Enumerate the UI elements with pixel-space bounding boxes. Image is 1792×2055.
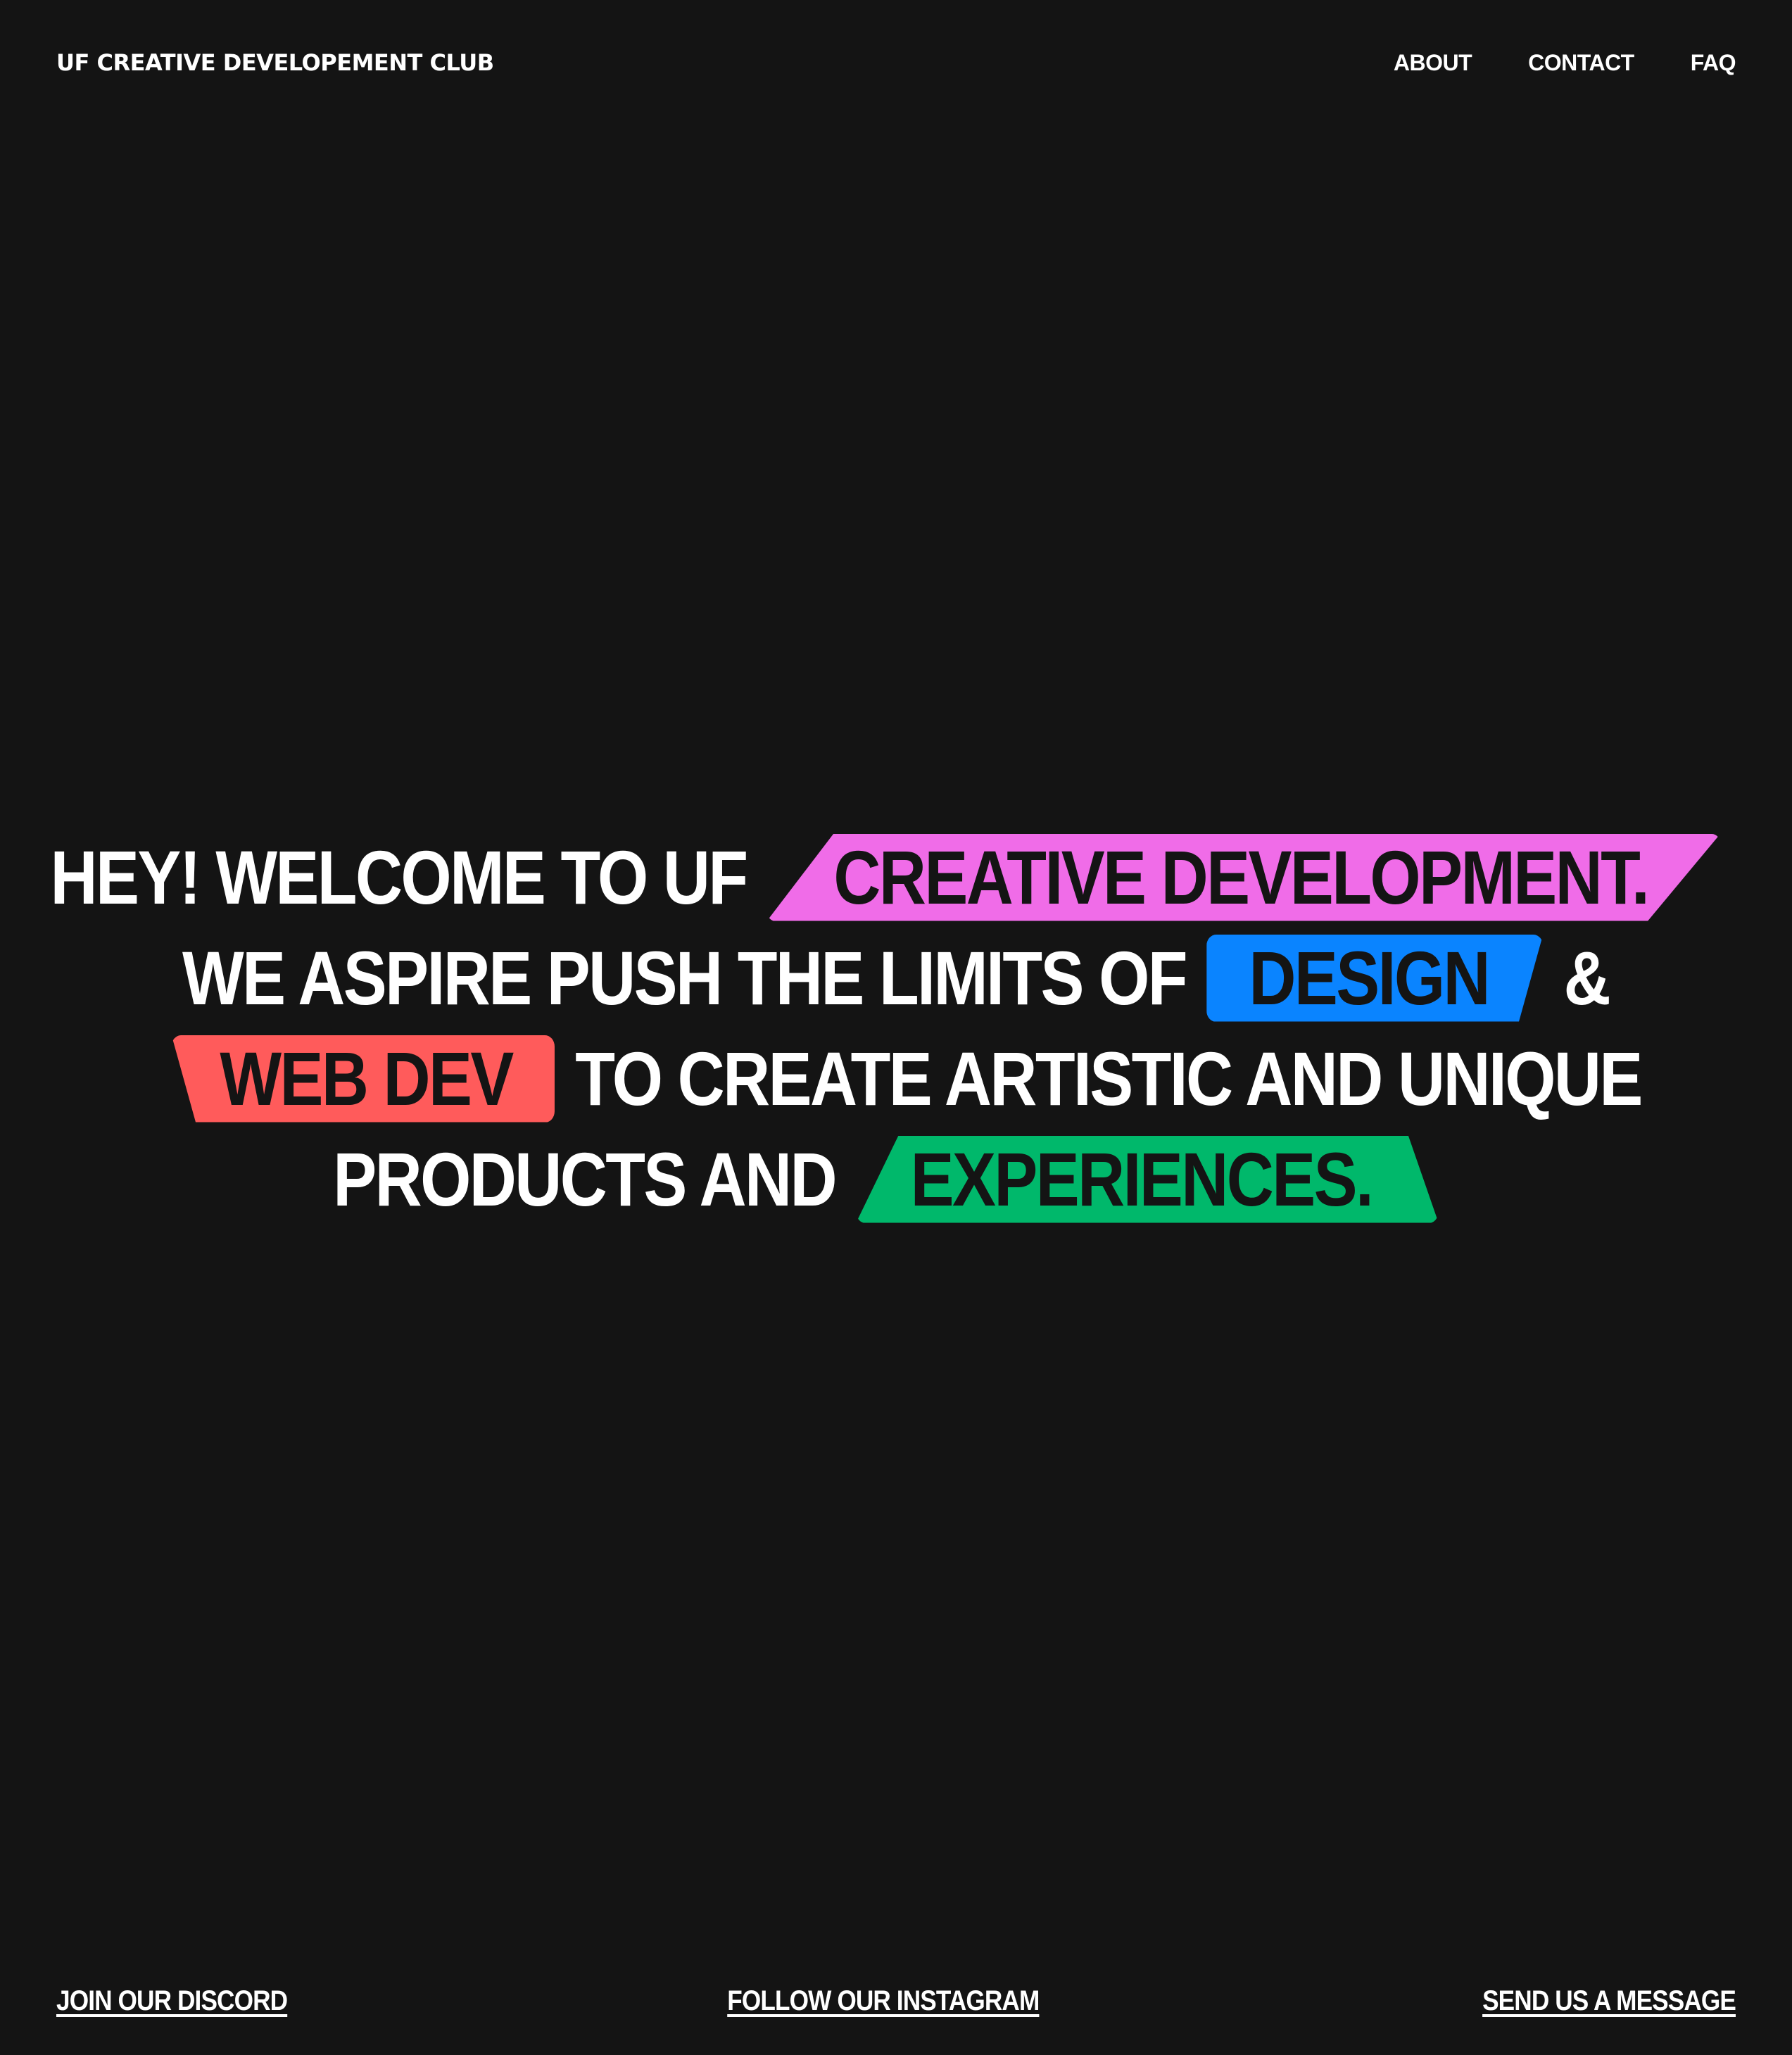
creative-development-label: CREATIVE DEVELOPMENT. xyxy=(833,834,1650,920)
hero-line-3-text: TO CREATE ARTISTIC AND UNIQUE xyxy=(575,1035,1643,1121)
hero-line-4-text: PRODUCTS AND xyxy=(333,1136,837,1222)
site-header: UF CREATIVE DEVELOPEMENT CLUB ABOUT CONT… xyxy=(56,44,1736,82)
web-dev-label: WEB DEV xyxy=(220,1035,514,1121)
site-logo[interactable]: UF CREATIVE DEVELOPEMENT CLUB xyxy=(56,49,494,76)
send-message-link[interactable]: SEND US A MESSAGE xyxy=(1482,1985,1736,2017)
hero-line-2-ampersand: & xyxy=(1564,935,1611,1020)
design-tag: DESIGN xyxy=(1207,935,1544,1022)
hero-line-1-text: HEY! WELCOME TO UF xyxy=(50,834,749,920)
creative-development-tag: CREATIVE DEVELOPMENT. xyxy=(767,834,1721,921)
experiences-tag: EXPERIENCES. xyxy=(856,1136,1439,1223)
nav-faq-link[interactable]: FAQ xyxy=(1691,50,1736,76)
web-dev-tag: WEB DEV xyxy=(171,1035,555,1123)
hero-line-3: WEB DEV TO CREATE ARTISTIC AND UNIQUE xyxy=(151,1028,1643,1129)
hero-line-2: WE ASPIRE PUSH THE LIMITS OF DESIGN & xyxy=(182,928,1611,1028)
hero-line-2-text: WE ASPIRE PUSH THE LIMITS OF xyxy=(182,935,1188,1020)
hero-line-4: PRODUCTS AND EXPERIENCES. xyxy=(333,1129,1459,1229)
design-label: DESIGN xyxy=(1249,935,1491,1020)
experiences-label: EXPERIENCES. xyxy=(910,1136,1374,1222)
nav-about-link[interactable]: ABOUT xyxy=(1394,50,1472,76)
instagram-link[interactable]: FOLLOW OUR INSTAGRAM xyxy=(727,1985,1040,2017)
site-footer: JOIN OUR DISCORD FOLLOW OUR INSTAGRAM SE… xyxy=(56,1983,1736,2018)
hero-statement: HEY! WELCOME TO UF CREATIVE DEVELOPMENT.… xyxy=(0,827,1792,1229)
hero-line-1: HEY! WELCOME TO UF CREATIVE DEVELOPMENT. xyxy=(51,827,1741,928)
nav-contact-link[interactable]: CONTACT xyxy=(1528,50,1634,76)
main-nav: ABOUT CONTACT FAQ xyxy=(1394,50,1736,76)
discord-link[interactable]: JOIN OUR DISCORD xyxy=(56,1985,288,2017)
